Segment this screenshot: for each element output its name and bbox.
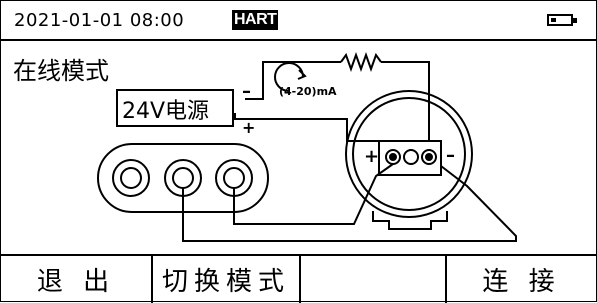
softkey-bar: 退 出 切换模式 连 接 xyxy=(1,254,596,303)
wiring-diagram xyxy=(97,52,517,242)
battery-level-fill xyxy=(551,18,556,22)
wire-resistor-to-terminal xyxy=(381,61,430,153)
hart-protocol-badge: HART xyxy=(232,10,279,30)
terminal-minus-label: – xyxy=(446,145,455,166)
switch-mode-button[interactable]: 切换模式 xyxy=(153,256,301,303)
terminal-plus-label: + xyxy=(364,146,380,167)
status-bar: 2021-01-01 08:00 HART xyxy=(1,1,596,41)
connect-button[interactable]: 连 接 xyxy=(447,256,596,303)
source-minus-label: – xyxy=(242,81,251,102)
power-source-label: 24V电源 xyxy=(122,99,210,124)
blank-softkey-button[interactable] xyxy=(301,256,447,303)
datetime-readout: 2021-01-01 08:00 xyxy=(14,10,185,31)
jack-com xyxy=(112,159,150,197)
current-range-label: (4-20)mA xyxy=(279,85,337,98)
battery-icon xyxy=(547,14,577,26)
source-plus-label: + xyxy=(242,118,256,137)
exit-button[interactable]: 退 出 xyxy=(1,256,153,303)
device-screen: 2021-01-01 08:00 HART 在线模式 24V电源 – + (4-… xyxy=(0,0,597,303)
resistor-icon xyxy=(340,52,382,72)
